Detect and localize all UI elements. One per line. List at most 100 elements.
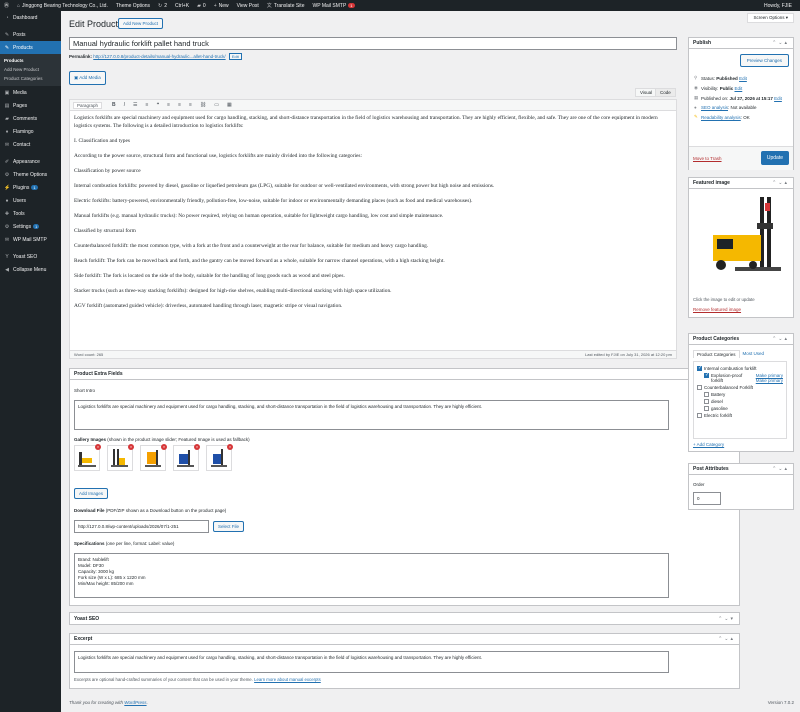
box-controls-icon[interactable]: ⌃⌄▴	[772, 40, 789, 46]
site-name-link[interactable]: ⌂ Jinggong Bearing Technology Co., Ltd.	[13, 0, 112, 11]
content-editor[interactable]: Paragraph B I ☰ ≡ ❝ ≡ ≡ ≡ ⛓ ▭ ▦ Logistic…	[69, 99, 677, 359]
menu-posts[interactable]: ✎ Posts	[0, 28, 61, 41]
menu-theme-options[interactable]: ⚙ Theme Options	[0, 168, 61, 181]
align-right-icon[interactable]: ≡	[189, 102, 192, 108]
tab-code[interactable]: Code	[655, 88, 676, 97]
quote-icon[interactable]: ❝	[156, 102, 159, 108]
translate-site-link[interactable]: 文 Translate Site	[263, 0, 309, 11]
align-center-icon[interactable]: ≡	[178, 102, 181, 108]
category-item[interactable]: gasoline	[697, 406, 783, 411]
format-select[interactable]: Paragraph	[73, 101, 103, 109]
italic-icon[interactable]: I	[124, 102, 125, 108]
screen-options-button[interactable]: Screen Options ▾	[747, 13, 794, 23]
updates-link[interactable]: ↻ 2	[154, 0, 171, 11]
download-file-input[interactable]: http://127.0.0.8/wp-content/uploads/2026…	[74, 520, 209, 533]
category-item[interactable]: Electric forklift	[697, 413, 783, 418]
gallery-thumb[interactable]: ×	[107, 444, 134, 471]
category-checkbox[interactable]	[697, 413, 702, 418]
submenu-product-categories[interactable]: Product Categories	[0, 74, 61, 83]
category-item[interactable]: Explosion-proof forkliftMake primaryMake…	[697, 372, 783, 383]
comments-link[interactable]: ▰ 0	[193, 0, 210, 11]
add-images-button[interactable]: Add Images	[74, 488, 109, 499]
short-intro-textarea[interactable]: Logistics forklifts are special machiner…	[74, 400, 669, 430]
category-checkbox[interactable]	[697, 385, 702, 390]
excerpt-textarea[interactable]: Logistics forklifts are special machiner…	[74, 651, 669, 673]
menu-appearance[interactable]: ✐ Appearance	[0, 155, 61, 168]
permalink-url[interactable]: http://127.0.0.8/product-details/manual-…	[93, 54, 225, 59]
permalink-edit-button[interactable]: Edit	[228, 53, 242, 60]
tab-visual[interactable]: Visual	[635, 88, 658, 97]
readability-link[interactable]: Readability analysis	[701, 115, 741, 120]
category-item[interactable]: Internal combustion forklift	[697, 365, 783, 371]
box-header[interactable]: Featured image ⌃⌄▴	[689, 178, 793, 189]
link-icon[interactable]: ⛓	[200, 102, 206, 108]
editor-body[interactable]: Logistics forklifts are special machiner…	[70, 111, 676, 322]
gallery-thumb[interactable]: ×	[206, 444, 233, 471]
tab-most-used[interactable]: Most Used	[740, 350, 768, 358]
menu-settings[interactable]: ⚙ Settings 1	[0, 220, 61, 233]
menu-contact[interactable]: ✉ Contact	[0, 138, 61, 151]
bullet-list-icon[interactable]: ☰	[133, 102, 137, 108]
menu-pages[interactable]: ▤ Pages	[0, 99, 61, 112]
move-to-trash-link[interactable]: Move to Trash	[693, 156, 722, 161]
remove-image-icon[interactable]: ×	[227, 444, 233, 450]
howdy-user-link[interactable]: Howdy, FJIE	[760, 0, 800, 11]
view-post-link[interactable]: View Post	[233, 0, 263, 11]
menu-plugins[interactable]: ⚡ Plugins 1	[0, 181, 61, 194]
remove-featured-image-link[interactable]: Remove featured image	[693, 307, 741, 312]
read-more-icon[interactable]: ▭	[214, 102, 219, 108]
add-new-product-button[interactable]: Add New Product	[118, 18, 164, 29]
shortcut-link[interactable]: Ctrl+K	[171, 0, 193, 11]
gallery-thumb[interactable]: ×	[74, 444, 101, 471]
edit-status-link[interactable]: Edit	[739, 76, 747, 81]
menu-dashboard[interactable]: ◔ Dashboard	[0, 11, 61, 24]
category-checkbox[interactable]	[704, 372, 709, 378]
menu-comments[interactable]: ▰ Comments	[0, 112, 61, 125]
category-item[interactable]: Battery	[697, 392, 783, 397]
wordpress-link[interactable]: WordPress	[124, 700, 146, 705]
box-controls-icon[interactable]: ⌃⌄▴	[718, 636, 735, 642]
box-header[interactable]: Product Categories ⌃⌄▴	[689, 334, 793, 345]
collapse-menu-button[interactable]: ◀ Collapse Menu	[0, 263, 61, 276]
gallery-thumb[interactable]: ×	[173, 444, 200, 471]
category-item[interactable]: diesel	[697, 399, 783, 404]
submenu-add-new-product[interactable]: Add New Product	[0, 65, 61, 74]
category-checkbox[interactable]	[704, 406, 709, 411]
remove-image-icon[interactable]: ×	[128, 444, 134, 450]
box-header[interactable]: Yoast SEO ⌃⌄▾	[70, 613, 739, 624]
learn-more-link[interactable]: Learn more about manual excerpts	[254, 677, 321, 682]
box-controls-icon[interactable]: ⌃⌄▴	[772, 180, 789, 186]
toolbar-toggle-icon[interactable]: ▦	[227, 102, 232, 108]
box-header[interactable]: Excerpt ⌃⌄▴	[70, 634, 739, 645]
preview-changes-button[interactable]: Preview Changes	[739, 54, 789, 67]
remove-image-icon[interactable]: ×	[194, 444, 200, 450]
bold-icon[interactable]: B	[112, 102, 116, 108]
category-checkbox[interactable]	[704, 392, 709, 397]
make-primary-link[interactable]: Make primary	[756, 378, 783, 383]
tab-all-categories[interactable]: Product Categories	[693, 350, 740, 358]
specifications-textarea[interactable]: Brand: Noblelift Model: DF30 Capacity: 3…	[74, 553, 669, 598]
gallery-thumb[interactable]: ×	[140, 444, 167, 471]
menu-users[interactable]: ● Users	[0, 194, 61, 207]
menu-flamingo[interactable]: ♦ Flamingo	[0, 125, 61, 138]
remove-image-icon[interactable]: ×	[95, 444, 101, 450]
menu-tools[interactable]: ✚ Tools	[0, 207, 61, 220]
order-input[interactable]: 0	[693, 492, 721, 505]
menu-products[interactable]: ✎ Products	[0, 41, 61, 54]
wp-mail-smtp-link[interactable]: WP Mail SMTP 1	[308, 0, 358, 11]
menu-yoast-seo[interactable]: Y Yoast SEO	[0, 250, 61, 263]
menu-wp-mail-smtp[interactable]: ✉ WP Mail SMTP	[0, 233, 61, 246]
box-controls-icon[interactable]: ⌃⌄▴	[772, 466, 789, 472]
box-controls-icon[interactable]: ⌃⌄▾	[718, 616, 735, 622]
menu-media[interactable]: ▣ Media	[0, 86, 61, 99]
box-controls-icon[interactable]: ⌃⌄▴	[772, 336, 789, 342]
category-checkbox[interactable]	[704, 399, 709, 404]
new-content-link[interactable]: + New	[210, 0, 233, 11]
box-header[interactable]: Publish ⌃⌄▴	[689, 38, 793, 49]
add-category-link[interactable]: + Add Category	[693, 442, 724, 447]
box-header[interactable]: Product Extra Fields⌃⌄▴	[70, 369, 739, 380]
box-header[interactable]: Post Attributes ⌃⌄▴	[689, 464, 793, 475]
theme-options-link[interactable]: Theme Options	[112, 0, 154, 11]
align-left-icon[interactable]: ≡	[167, 102, 170, 108]
update-button[interactable]: Update	[760, 151, 789, 165]
